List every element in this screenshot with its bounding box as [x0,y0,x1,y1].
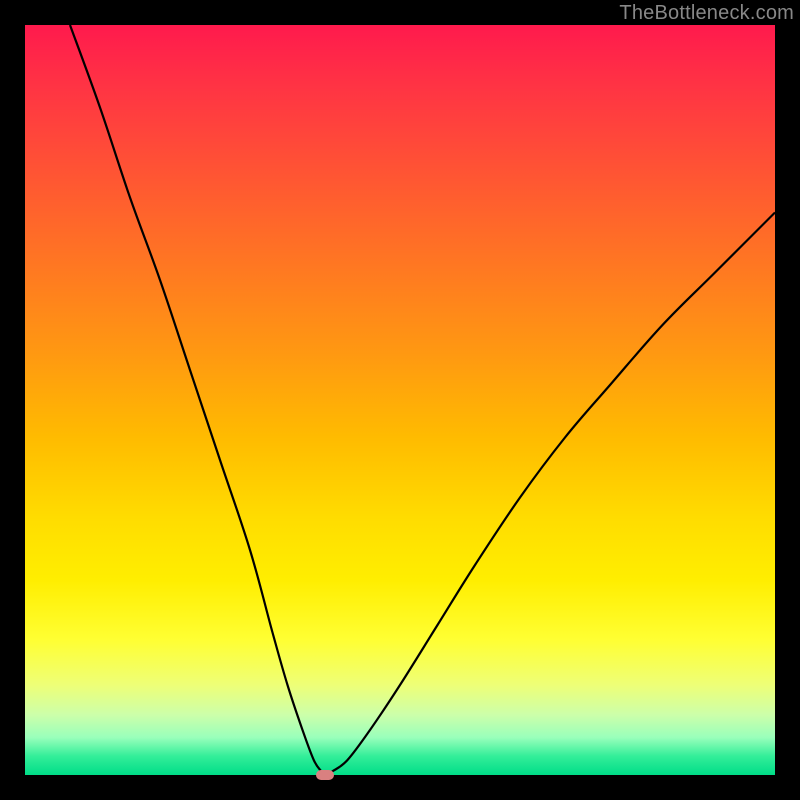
plot-area [25,25,775,775]
chart-container: TheBottleneck.com [0,0,800,800]
bottleneck-curve [25,25,775,775]
minimum-marker [316,770,334,780]
watermark-text: TheBottleneck.com [619,2,794,25]
